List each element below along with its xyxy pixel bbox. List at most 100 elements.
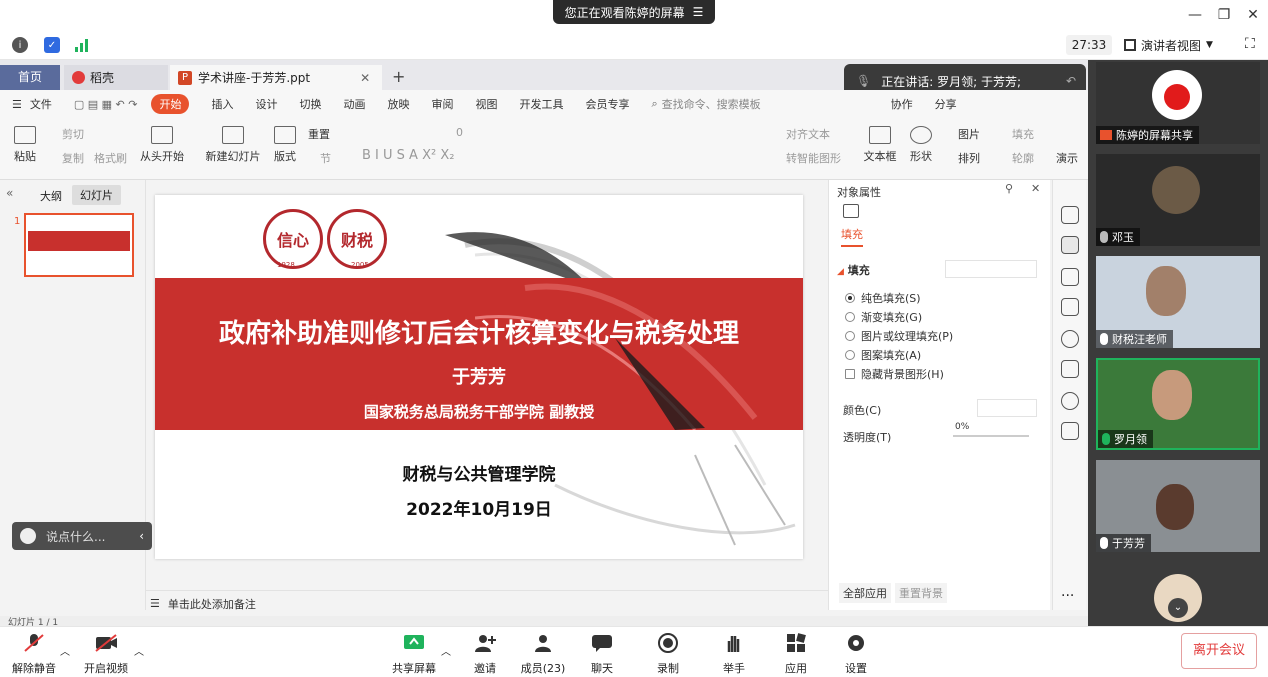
gradient-fill-radio[interactable]: 渐变填充(G) [845, 309, 922, 325]
arrange-button[interactable]: 排列 [958, 150, 980, 166]
font-size-select[interactable]: 0 [456, 126, 463, 139]
invite-button[interactable]: 邀请 [470, 633, 500, 676]
chat-button[interactable]: 聊天 [588, 633, 616, 676]
outline-tab[interactable]: 大纲 [40, 188, 62, 204]
hide-bg-checkbox[interactable]: 隐藏背景图形(H) [845, 366, 944, 382]
picture-button[interactable]: 图片 [958, 126, 980, 142]
raise-hand-button[interactable]: 举手 [720, 633, 748, 676]
more-icon[interactable]: ··· [1061, 588, 1074, 604]
format-painter-button[interactable]: 格式刷 [94, 150, 127, 166]
fill-type-select[interactable] [945, 260, 1037, 278]
shape-button[interactable]: 形状 [906, 126, 936, 164]
menu-insert[interactable]: 插入 [211, 96, 233, 112]
rocket-icon[interactable] [1061, 206, 1079, 224]
smartart-button[interactable]: 转智能图形 [786, 150, 841, 166]
color-picker[interactable] [977, 399, 1037, 417]
emoji-icon[interactable] [20, 528, 36, 544]
maximize-icon[interactable]: ❐ [1215, 6, 1233, 24]
signal-icon[interactable] [74, 38, 90, 52]
search-input[interactable]: 查找命令、搜索模板 [662, 96, 761, 112]
participant-tile-screen-share[interactable]: 陈婷的屏幕共享 [1096, 62, 1260, 144]
collapse-icon[interactable]: ↶ [1066, 74, 1076, 88]
chevron-left-icon[interactable]: ‹ [139, 529, 144, 543]
menu-developer[interactable]: 开发工具 [519, 96, 563, 112]
collab-button[interactable]: 协作 [891, 96, 913, 112]
menu-transition[interactable]: 切换 [299, 96, 321, 112]
pattern-fill-radio[interactable]: 图案填充(A) [845, 347, 921, 363]
settings-sliders-icon[interactable] [1061, 236, 1079, 254]
chat-input[interactable]: 说点什么... ‹ [12, 522, 152, 550]
notes-area[interactable]: ☰ 单击此处添加备注 [146, 590, 828, 616]
solid-fill-radio[interactable]: 纯色填充(S) [845, 290, 921, 306]
new-slide-button[interactable]: 新建幻灯片 [203, 126, 263, 164]
from-start-button[interactable]: 从头开始 [138, 126, 186, 164]
view-mode-dropdown[interactable]: 演讲者视图 ▼ [1124, 35, 1232, 55]
menu-member[interactable]: 会员专享 [585, 96, 629, 112]
picture-fill-radio[interactable]: 图片或纹理填充(P) [845, 328, 953, 344]
menu-file[interactable]: 文件 [30, 96, 52, 112]
share-button[interactable]: 分享 [935, 96, 957, 112]
apply-all-button[interactable]: 全部应用 [839, 583, 891, 603]
close-icon[interactable]: ✕ [1244, 6, 1262, 24]
copy-icon[interactable] [1061, 298, 1079, 316]
members-button[interactable]: 成员(23) [520, 633, 566, 676]
tab-daoke[interactable]: 稻壳 [64, 65, 168, 90]
outline-button[interactable]: 轮廓 [1012, 150, 1034, 166]
book-icon[interactable] [1061, 422, 1079, 440]
tab-close-icon[interactable]: ✕ [360, 71, 370, 85]
fill-tab[interactable]: 填充 [841, 226, 863, 247]
chevron-up-icon[interactable]: ︿ [134, 643, 144, 658]
start-video-button[interactable]: 开启视频 [82, 633, 130, 676]
star-icon[interactable] [1061, 268, 1079, 286]
menu-view[interactable]: 视图 [475, 96, 497, 112]
minimize-icon[interactable]: — [1186, 6, 1204, 24]
tab-ppt[interactable]: P 学术讲座-于芳芳.ppt ✕ [170, 65, 382, 90]
copy-button[interactable]: 复制 [62, 150, 84, 166]
reset-button[interactable]: 重置 [308, 126, 330, 142]
viewing-notice[interactable]: 您正在观看陈婷的屏幕 ☰ [553, 0, 715, 24]
participant-tile-partial[interactable]: ⌄ [1096, 562, 1260, 624]
chevron-up-icon[interactable]: ︿ [60, 643, 70, 658]
shield-icon[interactable]: ✓ [44, 37, 60, 53]
info-icon[interactable]: i [12, 37, 28, 53]
menu-slideshow[interactable]: 放映 [387, 96, 409, 112]
record-button[interactable]: 录制 [654, 633, 682, 676]
apps-button[interactable]: 应用 [782, 633, 810, 676]
fill-section-title[interactable]: ◢ 填充 [837, 262, 870, 278]
menu-animation[interactable]: 动画 [343, 96, 365, 112]
play-button[interactable]: 演示 [1056, 150, 1078, 166]
participant-video-tile[interactable]: 财税汪老师 [1096, 256, 1260, 348]
menu-home[interactable]: 开始 [151, 94, 190, 114]
align-text-button[interactable]: 对齐文本 [786, 126, 830, 142]
transparency-slider[interactable] [953, 435, 1029, 437]
font-format-icons[interactable]: B I U S A X² X₂ [362, 148, 454, 163]
participant-video-tile[interactable]: 于芳芳 [1096, 460, 1260, 552]
collapse-panel-icon[interactable]: « [6, 186, 13, 200]
close-panel-icon[interactable]: ✕ [1031, 182, 1040, 195]
paste-button[interactable]: 粘贴 [10, 126, 40, 164]
menu-design[interactable]: 设计 [255, 96, 277, 112]
participant-video-tile-active[interactable]: 罗月领 [1096, 358, 1260, 450]
quick-access-icons[interactable]: ▢ ▤ ▦ ↶ ↷ [74, 98, 138, 111]
leave-meeting-button[interactable]: 离开会议 [1181, 633, 1257, 669]
layout-button[interactable]: 版式 [270, 126, 300, 164]
slides-tab[interactable]: 幻灯片 [72, 185, 121, 205]
menu-review[interactable]: 审阅 [431, 96, 453, 112]
hamburger-icon[interactable]: ☰ [12, 98, 22, 111]
tab-home[interactable]: 首页 [0, 65, 60, 90]
textbox-button[interactable]: 文本框 [862, 126, 898, 164]
settings-button[interactable]: 设置 [842, 633, 870, 676]
slide-thumbnail[interactable] [24, 213, 134, 277]
help-icon[interactable] [1061, 330, 1079, 348]
fullscreen-icon[interactable]: ⛶ [1245, 36, 1255, 52]
share-screen-button[interactable]: 共享屏幕 [390, 633, 438, 676]
menu-icon[interactable]: ☰ [693, 5, 704, 19]
reset-bg-button[interactable]: 重置背景 [895, 583, 947, 603]
pin-icon[interactable]: ⚲ [1005, 182, 1013, 195]
image-icon[interactable] [1061, 360, 1079, 378]
slide-canvas[interactable]: 信心 1928 财税 2005 政府补助准则修订后会计核算变化与税务处理 于芳芳… [155, 195, 803, 559]
chevron-down-icon[interactable]: ⌄ [1168, 598, 1188, 618]
participant-tile[interactable]: 邓玉 [1096, 154, 1260, 246]
section-button[interactable]: 节 [320, 150, 331, 166]
location-icon[interactable] [1061, 392, 1079, 410]
